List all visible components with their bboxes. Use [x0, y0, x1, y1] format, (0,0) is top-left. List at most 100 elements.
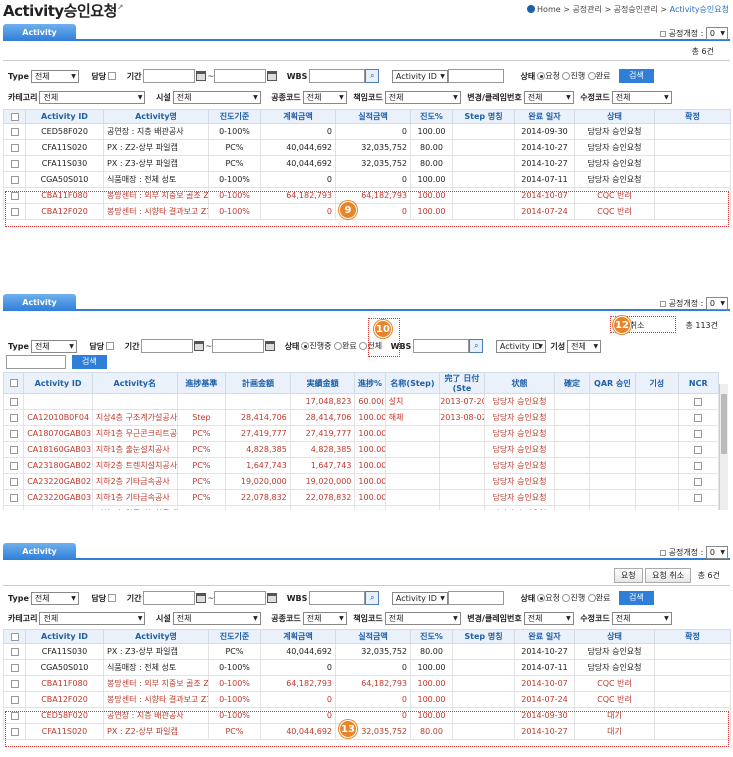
col-header[interactable]: 계획금액: [260, 629, 336, 644]
row-checkbox[interactable]: [9, 493, 18, 502]
table-row[interactable]: CED58F020 공연장 : 지층 배관공사 0-100% 0 0 100.00 2014…: [3, 707, 731, 724]
type-select[interactable]: 전체: [30, 591, 79, 605]
calendar-icon[interactable]: [194, 341, 205, 351]
search-icon[interactable]: ⌕: [365, 591, 380, 605]
col-header[interactable]: 進捗%: [354, 372, 386, 394]
wbs-input[interactable]: [413, 339, 470, 353]
select-all-checkbox[interactable]: [10, 112, 19, 121]
cell-confirm[interactable]: [554, 393, 590, 410]
request-cancel-button[interactable]: 요청 취소: [645, 568, 692, 583]
col-header[interactable]: 実績金額: [289, 372, 356, 394]
row-checkbox[interactable]: [10, 711, 19, 720]
ncr-checkbox[interactable]: [694, 461, 703, 470]
col-header[interactable]: 확정: [654, 629, 731, 644]
row-checkbox[interactable]: [10, 663, 19, 672]
start-date-input[interactable]: [143, 591, 196, 605]
cell-confirm[interactable]: [554, 425, 590, 442]
col-header[interactable]: 계획금액: [260, 109, 336, 124]
cell-ncr[interactable]: [677, 425, 719, 442]
col-header[interactable]: 진도기준: [208, 109, 261, 124]
table-scrollbar[interactable]: [719, 384, 728, 510]
col-header[interactable]: 상태: [574, 109, 655, 124]
cell-qar[interactable]: [588, 489, 637, 506]
row-checkbox[interactable]: [10, 647, 19, 656]
table-row[interactable]: CA23220GAB02 지하2층 기타금속공사 PC% 19,020,000 19,0…: [3, 473, 719, 490]
table-row[interactable]: CA23180GAB02 지하2층 트렌치설치공사 PC% 1,647,743 1,64…: [3, 457, 719, 474]
breadcrumb-process[interactable]: > 공정관리: [563, 5, 602, 14]
facility-select[interactable]: 전체: [172, 612, 261, 625]
col-header[interactable]: 進捗基準: [176, 372, 227, 394]
cell-basis[interactable]: [635, 457, 679, 474]
col-header[interactable]: 완료 일자: [514, 629, 575, 644]
col-header[interactable]: 기성: [635, 372, 679, 394]
col-header[interactable]: 실적금액: [335, 109, 411, 124]
row-checkbox[interactable]: [10, 159, 19, 168]
row-checkbox[interactable]: [9, 397, 18, 406]
cell-confirm[interactable]: [654, 643, 731, 660]
activity-id-select[interactable]: Activity ID: [391, 591, 448, 605]
table-row[interactable]: CGA50S010 식품매장 : 전체 성토 0-100% 0 0 100.00 2014-…: [3, 659, 731, 676]
row-checkbox[interactable]: [9, 509, 18, 510]
status-radio-request[interactable]: [537, 594, 546, 602]
cell-confirm[interactable]: [654, 659, 731, 676]
cell-confirm[interactable]: [554, 473, 590, 490]
col-header[interactable]: NCR: [677, 372, 719, 394]
owner-checkbox[interactable]: [108, 594, 117, 602]
changecode-select[interactable]: 전체: [523, 91, 574, 104]
col-header[interactable]: Activity ID: [25, 629, 104, 644]
end-date-input[interactable]: [214, 69, 267, 83]
type-select[interactable]: 전체: [30, 339, 77, 353]
cell-confirm[interactable]: [654, 203, 731, 220]
end-date-input[interactable]: [212, 339, 265, 353]
row-checkbox[interactable]: [10, 127, 19, 136]
row-checkbox[interactable]: [10, 175, 19, 184]
request-button[interactable]: 요청: [613, 568, 643, 583]
calendar-icon[interactable]: [267, 593, 278, 603]
col-header[interactable]: Activity명: [103, 629, 209, 644]
owner-checkbox[interactable]: [106, 342, 115, 350]
row-checkbox[interactable]: [9, 429, 18, 438]
search-icon[interactable]: ⌕: [469, 339, 484, 353]
owner-checkbox[interactable]: [108, 72, 117, 80]
table-row[interactable]: CFA11S030 PX : Z3-상부 파일캡 PC% 40,044,692 32,0…: [3, 155, 731, 172]
cell-ncr[interactable]: [677, 457, 719, 474]
activity-id-input[interactable]: [447, 591, 504, 605]
cell-basis[interactable]: [635, 393, 679, 410]
table-row[interactable]: CA18070GAB03 지하1층 무근콘크리트공사 PC% 27,419,777 27…: [3, 425, 719, 442]
row-checkbox[interactable]: [10, 679, 19, 688]
calendar-icon[interactable]: [196, 593, 207, 603]
col-header[interactable]: Activity명: [103, 109, 209, 124]
cell-ncr[interactable]: [677, 441, 719, 458]
start-date-input[interactable]: [143, 69, 196, 83]
col-header[interactable]: 状態: [483, 372, 556, 394]
activity-id-input[interactable]: [6, 355, 66, 369]
col-header[interactable]: Step 명칭: [452, 629, 515, 644]
cell-confirm[interactable]: [654, 123, 731, 140]
table-row[interactable]: 17,048,82360.00(60설치2013-07-20담당자 승인요청: [3, 393, 719, 410]
table-row[interactable]: CBA11F080 봉망센터 : 외부 지중보 골조 Z2 0-100% 64,182…: [3, 187, 731, 204]
col-header[interactable]: Activity ID: [23, 372, 93, 394]
cell-confirm[interactable]: [654, 675, 731, 692]
cell-basis[interactable]: [635, 473, 679, 490]
col-header[interactable]: 確定: [554, 372, 590, 394]
revision-select[interactable]: 0: [705, 27, 728, 40]
table-row[interactable]: CFA11S020 PX : Z2-상부 파일캡 PC% 40,044,692 32,0…: [3, 139, 731, 156]
table-row[interactable]: CBA11F080 봉망센터 : 외부 지중보 골조 Z2 0-100% 64,182…: [3, 675, 731, 692]
cell-confirm[interactable]: [654, 139, 731, 156]
cell-qar[interactable]: [588, 393, 637, 410]
basis-select[interactable]: 전체: [567, 339, 602, 353]
col-header[interactable]: Activity ID: [25, 109, 104, 124]
row-checkbox[interactable]: [10, 207, 19, 216]
activity-id-select[interactable]: Activity ID: [391, 69, 448, 83]
status-radio-complete[interactable]: [334, 342, 343, 350]
breadcrumb-home[interactable]: Home: [537, 5, 561, 14]
row-checkbox[interactable]: [9, 477, 18, 486]
category-select[interactable]: 전체: [39, 91, 146, 104]
col-header[interactable]: 진도%: [410, 109, 453, 124]
workcode-select[interactable]: 전체: [302, 612, 347, 625]
cell-confirm[interactable]: [554, 409, 590, 426]
respcode-select[interactable]: 전체: [384, 91, 461, 104]
respcode-select[interactable]: 전체: [384, 612, 461, 625]
cell-confirm[interactable]: [654, 691, 731, 708]
cell-ncr[interactable]: [677, 409, 719, 426]
